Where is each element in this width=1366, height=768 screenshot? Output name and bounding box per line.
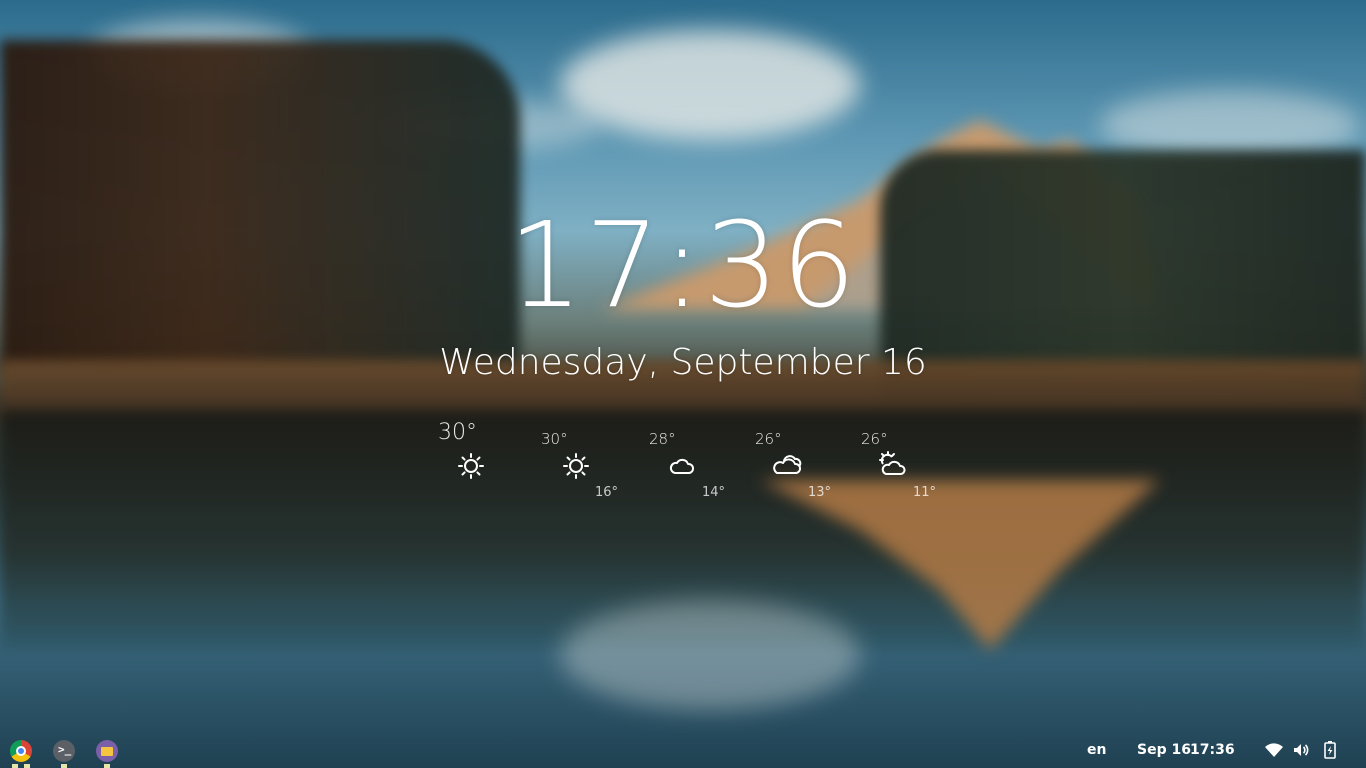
weather-max-temp: 26° [861,430,888,448]
date-display: Wednesday, September 16 [439,342,927,383]
battery-icon[interactable] [1320,740,1340,760]
weather-forecast: 30° 30° 16° 28° 14° 26° 13° 26° 11° [420,418,940,508]
running-indicator [104,764,110,768]
cloud-icon [669,458,695,474]
files-icon[interactable] [96,740,118,762]
taskbar-time[interactable]: 17:36 [1190,742,1235,758]
sun-icon [458,453,484,479]
language-indicator[interactable]: en [1087,742,1106,758]
terminal-icon[interactable]: >_ [53,740,75,762]
weather-day: 30° [420,418,520,508]
weather-day: 30° 16° [525,418,625,508]
weather-min-temp: 16° [595,485,619,500]
taskbar-date[interactable]: Sep 16 [1137,742,1191,758]
desktop-wallpaper [0,0,1366,768]
clock-display: 17:36 [0,196,1366,334]
clock-colon: : [662,196,704,334]
clock-minutes: 36 [703,196,859,334]
weather-day: 26° 13° [735,418,835,508]
running-indicator [12,764,18,768]
weather-max-temp: 30° [438,420,477,445]
running-indicator [61,764,67,768]
weather-day: 28° 14° [630,418,730,508]
sun-icon [563,453,589,479]
partly-cloudy-icon [879,451,906,475]
weather-min-temp: 13° [808,485,832,500]
weather-max-temp: 28° [649,430,676,448]
weather-max-temp: 30° [541,430,568,448]
volume-icon[interactable] [1291,740,1311,760]
clouds-icon [773,455,802,474]
chrome-icon[interactable] [10,740,32,762]
weather-max-temp: 26° [755,430,782,448]
weather-day: 26° 11° [840,418,940,508]
weather-min-temp: 14° [702,485,726,500]
running-indicator [24,764,30,768]
clock-hours: 17 [507,196,663,334]
weather-min-temp: 11° [913,485,937,500]
wifi-icon[interactable] [1264,740,1284,760]
